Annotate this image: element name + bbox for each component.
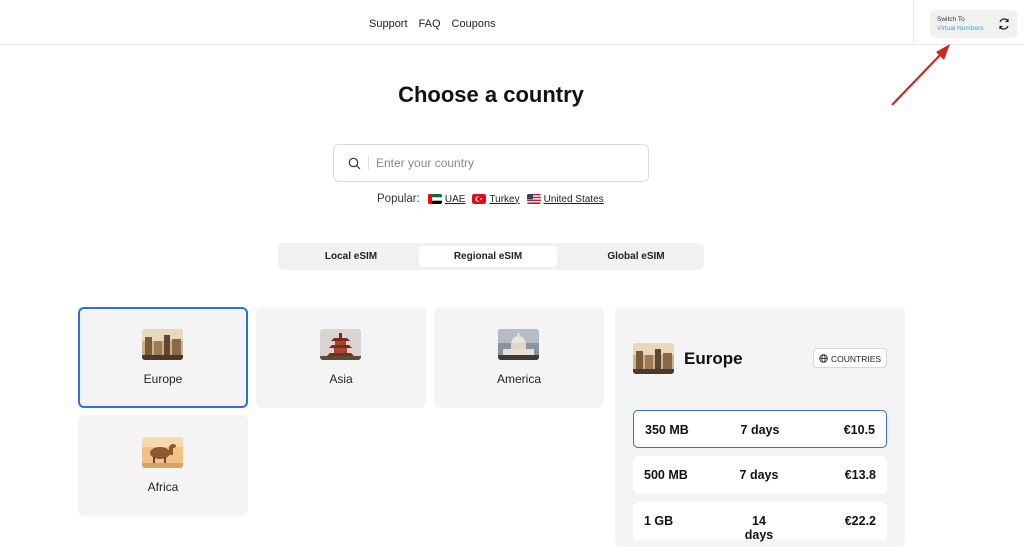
- popular-us-label: United States: [543, 193, 604, 205]
- region-name-europe: Europe: [143, 372, 183, 386]
- region-name-asia: Asia: [329, 372, 353, 386]
- nav-coupons-link[interactable]: Coupons: [452, 18, 496, 30]
- countries-button[interactable]: COUNTRIES: [813, 348, 887, 368]
- top-nav: Support FAQ Coupons: [369, 18, 496, 30]
- plan-duration: 7 days: [740, 423, 780, 437]
- plan-price: €22.2: [844, 514, 876, 528]
- country-search-input[interactable]: [376, 154, 636, 172]
- europe-image: [633, 343, 674, 374]
- countries-label: COUNTRIES: [831, 354, 882, 364]
- nav-faq-link[interactable]: FAQ: [419, 18, 441, 30]
- page-title: Choose a country: [398, 82, 584, 107]
- switch-arrows-icon: [999, 18, 1009, 30]
- plan-option[interactable]: 350 MB 7 days €10.5: [633, 410, 887, 448]
- europe-image: [142, 329, 183, 360]
- america-capitol-image: [498, 329, 539, 360]
- asia-pagoda-image: [320, 329, 361, 360]
- switch-area: Switch To Virtual Numbers: [913, 0, 1024, 45]
- plan-price: €10.5: [843, 423, 875, 437]
- region-detail-panel: Europe COUNTRIES 350 MB 7 days €10.5 500…: [615, 307, 905, 547]
- africa-camel-image: [142, 437, 183, 468]
- switch-line2: Virtual Numbers: [937, 25, 984, 32]
- region-name-africa: Africa: [147, 480, 179, 494]
- region-name-america: America: [496, 372, 541, 386]
- plan-option[interactable]: 1 GB 14 days €22.2: [633, 502, 887, 542]
- plan-data: 1 GB: [644, 514, 674, 528]
- top-header: Support FAQ Coupons Switch To Virtual Nu…: [0, 0, 1024, 45]
- plan-option[interactable]: 500 MB 7 days €13.8: [633, 456, 887, 494]
- plan-duration: 7 days: [739, 468, 779, 482]
- popular-turkey-label: Turkey: [489, 193, 520, 205]
- country-search-box: [333, 144, 649, 182]
- esim-type-tabs: Local eSIM Regional eSIM Global eSIM: [278, 243, 704, 270]
- region-card-africa[interactable]: Africa: [78, 415, 248, 516]
- region-card-america[interactable]: America: [434, 307, 604, 408]
- plan-duration: 14 days: [744, 514, 774, 542]
- us-flag-icon: [526, 194, 541, 204]
- tab-global-esim[interactable]: Global eSIM: [567, 246, 705, 267]
- plan-data: 500 MB: [644, 468, 688, 482]
- search-divider: [368, 156, 369, 170]
- popular-uae-link[interactable]: UAE: [427, 193, 466, 205]
- globe-icon: [819, 354, 828, 363]
- popular-uae-label: UAE: [444, 193, 466, 205]
- popular-us-link[interactable]: United States: [526, 193, 604, 205]
- search-icon: [348, 157, 361, 170]
- popular-countries: Popular: UAE Turkey United States: [377, 193, 611, 205]
- popular-turkey-link[interactable]: Turkey: [472, 193, 520, 205]
- nav-support-link[interactable]: Support: [369, 18, 408, 30]
- uae-flag-icon: [427, 194, 442, 204]
- switch-to-virtual-numbers-button[interactable]: Switch To Virtual Numbers: [930, 10, 1017, 38]
- popular-label: Popular:: [377, 193, 420, 205]
- switch-line1: Switch To: [937, 16, 965, 23]
- tab-regional-esim[interactable]: Regional eSIM: [419, 246, 557, 267]
- turkey-flag-icon: [472, 194, 487, 204]
- panel-title: Europe: [684, 349, 743, 368]
- region-card-europe[interactable]: Europe: [78, 307, 248, 408]
- tab-local-esim[interactable]: Local eSIM: [282, 246, 420, 267]
- plan-data: 350 MB: [645, 423, 689, 437]
- plan-price: €13.8: [844, 468, 876, 482]
- region-card-asia[interactable]: Asia: [256, 307, 426, 408]
